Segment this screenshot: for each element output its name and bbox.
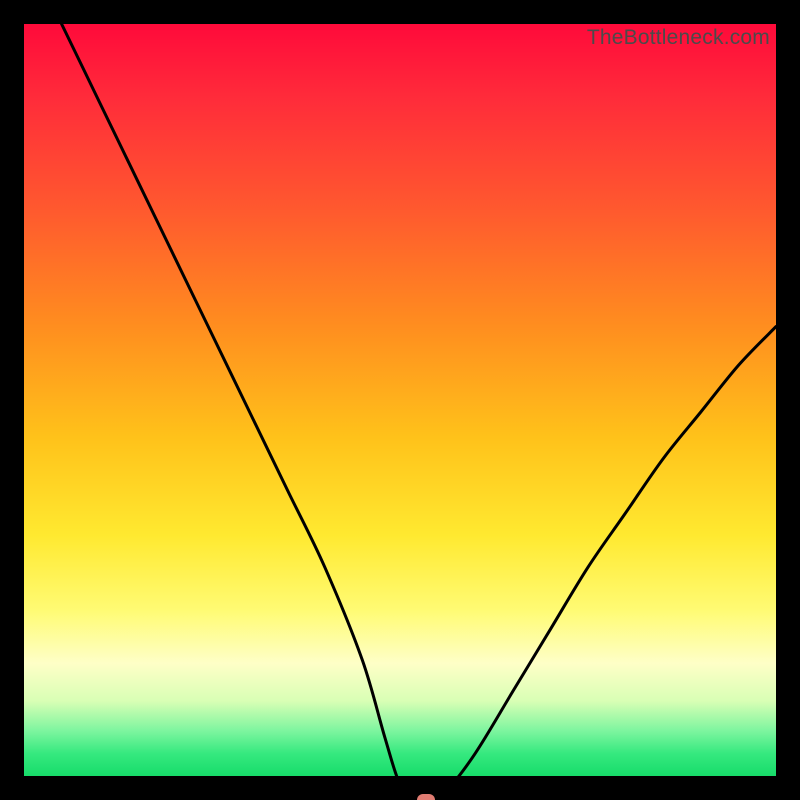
curve-path xyxy=(62,24,776,800)
optimum-marker xyxy=(417,794,435,800)
plot-area: TheBottleneck.com xyxy=(24,24,776,776)
chart-frame: TheBottleneck.com xyxy=(0,0,800,800)
bottleneck-curve xyxy=(24,24,776,800)
